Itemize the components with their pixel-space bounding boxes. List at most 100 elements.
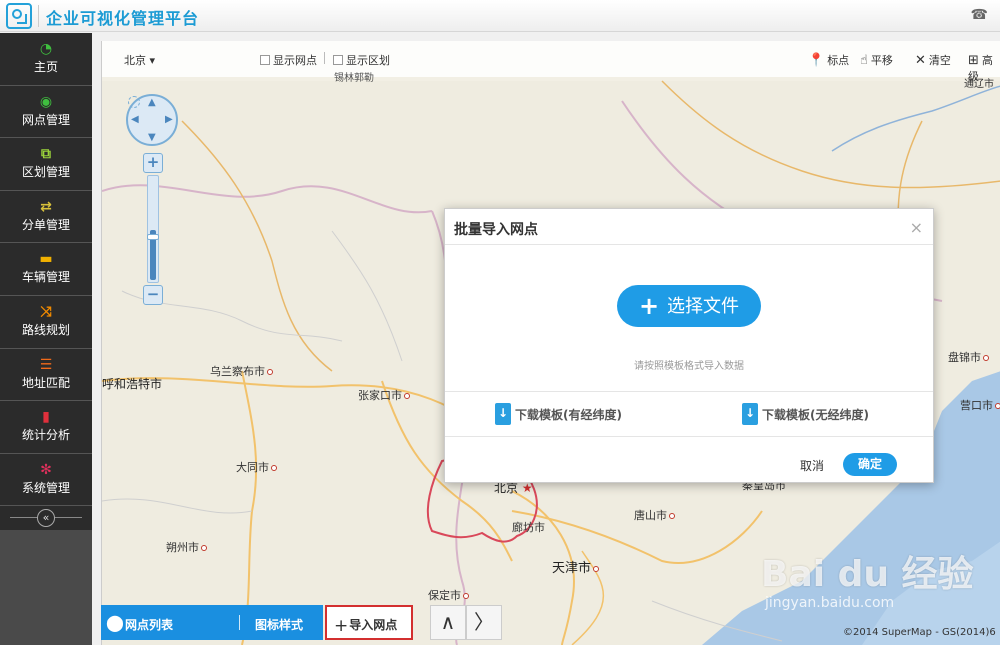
city-dot-icon — [404, 393, 410, 399]
map-copyright: ©2014 SuperMap - GS(2014)6 — [843, 627, 996, 638]
zoom-in-button[interactable]: + — [143, 153, 163, 173]
pan-control[interactable]: ▲ ▼ ◀ ▶ — [126, 94, 178, 146]
sidebar-item-label: 路线规划 — [21, 322, 70, 337]
pan-down-icon[interactable]: ▼ — [148, 132, 156, 143]
tab-separator — [239, 615, 240, 630]
sidebar-item-label: 地址匹配 — [21, 375, 70, 390]
city-name: 保定市 — [428, 589, 461, 602]
bottom-bar: Bai du 经验 jingyan.baidu.com ⬤ 网点列表 图标样式 … — [101, 554, 1000, 645]
sidebar-item-stats[interactable]: ▮ 统计分析 — [0, 401, 92, 454]
import-hint: 请按照模板格式导入数据 — [634, 361, 744, 372]
pan-up-icon[interactable]: ▲ — [148, 97, 156, 108]
zoom-slider[interactable] — [147, 175, 159, 283]
select-file-label: 选择文件 — [667, 296, 740, 317]
map-city-label: 朔州市 — [166, 539, 207, 555]
close-icon[interactable]: × — [910, 218, 923, 237]
map-city-label: 通辽市 — [964, 79, 994, 90]
import-points-dialog: 批量导入网点 × + 选择文件 请按照模板格式导入数据 下载模板(有经纬度) 下载… — [444, 208, 934, 483]
map-city-label: 唐山市 — [634, 507, 675, 523]
sidebar-item-dispatch[interactable]: ⇄ 分单管理 — [0, 190, 92, 244]
cogs-icon: ✻ — [40, 461, 52, 478]
phone-icon[interactable]: ☎ — [971, 7, 988, 23]
divider — [445, 244, 933, 245]
pan-right-icon[interactable]: ▶ — [165, 114, 173, 125]
toolbar-separator — [324, 52, 325, 64]
map-pin-icon: 📍 — [808, 53, 825, 68]
sidebar-item-routes[interactable]: ⤨ 路线规划 — [0, 295, 92, 349]
sidebar-item-label: 分单管理 — [21, 217, 70, 232]
city-dot-icon — [271, 465, 277, 471]
close-icon: ✕ — [915, 53, 926, 68]
sidebar-item-home[interactable]: ◔ 主页 — [0, 33, 92, 86]
point-list-tab[interactable]: 网点列表 — [125, 616, 173, 633]
pan-label: 平移 — [870, 54, 893, 67]
city-dot-icon — [267, 369, 273, 375]
zoom-out-button[interactable]: − — [143, 285, 163, 305]
city-dot-icon — [669, 513, 675, 519]
shuffle-icon: ⤨ — [40, 303, 52, 320]
city-dot-icon — [983, 355, 989, 361]
map-city-label: 大同市 — [236, 459, 277, 475]
watermark-url: jingyan.baidu.com — [765, 595, 895, 611]
list-icon: ☰ — [39, 356, 53, 373]
show-zones-checkbox[interactable]: 显示区划 — [333, 52, 390, 68]
city-name: 盘锦市 — [948, 351, 981, 364]
mark-point-label: 标点 — [827, 54, 850, 67]
show-points-label: 显示网点 — [273, 54, 317, 67]
show-points-checkbox[interactable]: 显示网点 — [260, 52, 317, 68]
confirm-button[interactable]: 确定 — [843, 453, 897, 476]
city-name: 营口市 — [960, 399, 993, 412]
city-name: 朔州市 — [166, 541, 199, 554]
grid-icon: ⊞ — [968, 53, 979, 68]
divider — [445, 436, 933, 437]
header-divider — [38, 5, 39, 27]
map-city-label: 盘锦市 — [948, 349, 989, 365]
sidebar-item-label: 主页 — [33, 60, 58, 74]
icon-style-tab[interactable]: 图标样式 — [255, 616, 303, 633]
cancel-button[interactable]: 取消 — [800, 457, 824, 474]
clear-label: 清空 — [928, 54, 951, 67]
download-template-without-coords-link[interactable]: 下载模板(无经纬度) — [742, 403, 869, 425]
sidebar-item-zones[interactable]: ⧉ 区划管理 — [0, 138, 92, 191]
download-without-label: 下载模板(无经纬度) — [762, 408, 869, 422]
city-dot-icon — [463, 593, 469, 599]
map-city-label: 锡林郭勒 — [334, 73, 374, 84]
sidebar-item-points[interactable]: ◉ 网点管理 — [0, 85, 92, 139]
map-city-label: 廊坊市 — [512, 519, 545, 535]
checkbox-box[interactable] — [333, 55, 343, 65]
city-select[interactable]: 北京 ▾ — [124, 52, 155, 68]
map-city-label: 呼和浩特市 — [102, 375, 162, 392]
pan-tool[interactable]: ☝ 平移 — [860, 52, 893, 68]
import-points-button[interactable]: +导入网点 — [325, 605, 413, 640]
sidebar: ◔ 主页 ◉ 网点管理 ⧉ 区划管理 ⇄ 分单管理 ▬ 车辆管理 ⤨ 路线规划 … — [0, 33, 92, 645]
download-template-with-coords-link[interactable]: 下载模板(有经纬度) — [495, 403, 622, 425]
city-name: 北京 — [494, 481, 519, 495]
pan-center-icon[interactable] — [128, 96, 140, 108]
capital-star-icon: ★ — [521, 481, 533, 495]
sidebar-item-label: 系统管理 — [21, 480, 70, 495]
select-file-button[interactable]: + 选择文件 — [617, 285, 761, 327]
sidebar-collapse-row: « — [0, 506, 92, 531]
map-toolbar: 北京 ▾ 显示网点 显示区划 📍 标点 ☝ 平移 ✕ 清空 ⊞ 高级 — [102, 41, 1000, 83]
sidebar-item-system[interactable]: ✻ 系统管理 — [0, 453, 92, 507]
swap-icon: ⇄ — [40, 198, 52, 215]
city-name: 呼和浩特市 — [102, 377, 163, 391]
city-name: 廊坊市 — [512, 521, 545, 534]
chevron-right-icon[interactable]: 〉 — [466, 605, 502, 640]
zoom-slider-handle[interactable] — [147, 234, 159, 240]
bar-chart-icon: ▮ — [42, 409, 50, 426]
checkbox-box[interactable] — [260, 55, 270, 65]
download-clipboard-icon — [742, 403, 758, 425]
sidebar-item-vehicles[interactable]: ▬ 车辆管理 — [0, 243, 92, 296]
map-city-label: 保定市 — [428, 587, 469, 603]
chevron-up-icon[interactable]: ∧ — [430, 605, 466, 640]
sidebar-item-label: 区划管理 — [21, 165, 70, 180]
pan-left-icon[interactable]: ◀ — [131, 114, 139, 125]
sidebar-item-label: 车辆管理 — [21, 270, 70, 285]
mark-point-tool[interactable]: 📍 标点 — [808, 52, 849, 68]
city-select-label: 北京 — [124, 54, 146, 67]
watermark-logo: Bai du 经验 — [761, 554, 974, 595]
collapse-sidebar-button[interactable]: « — [37, 509, 55, 528]
clear-tool[interactable]: ✕ 清空 — [915, 52, 951, 68]
sidebar-item-address[interactable]: ☰ 地址匹配 — [0, 348, 92, 402]
